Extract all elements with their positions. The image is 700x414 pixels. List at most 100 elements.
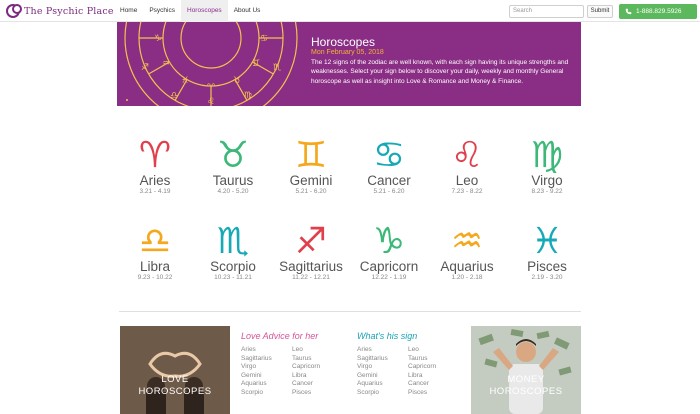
love-advice-link[interactable]: Virgo <box>241 363 272 372</box>
scorpio-icon: ♏ <box>217 221 249 259</box>
svg-text:♊: ♊ <box>295 135 327 173</box>
love-advice-link[interactable]: Gemini <box>241 372 272 381</box>
his-sign-link[interactable]: Gemini <box>357 372 388 381</box>
love-advice-link[interactable]: Capricorn <box>292 363 320 372</box>
logo-text: The Psychic Place <box>24 5 114 17</box>
banner-title: Horoscopes <box>311 35 376 49</box>
sign-dates: 8.23 - 9.22 <box>531 188 563 195</box>
banner-description: The 12 signs of the zodiac are well know… <box>311 59 569 85</box>
sign-dates: 5.21 - 6.20 <box>295 188 327 195</box>
sign-dates: 3.21 - 4.19 <box>139 188 171 195</box>
wheel-glyph-gemini: ♊ <box>252 59 260 69</box>
zodiac-wheel-image: ♈ ♉ ♊ ♋ ♓ ♒ ♑ ♌ ♍ ♎ ♏ ♐ <box>124 22 298 106</box>
wheel-glyph-virgo: ♍ <box>244 91 252 101</box>
sign-dates: 2.19 - 3.20 <box>531 274 563 281</box>
nav-psychics[interactable]: Psychics <box>143 0 181 22</box>
svg-text:♋: ♋ <box>373 135 405 173</box>
svg-text:♌: ♌ <box>451 135 483 173</box>
nav-about-us[interactable]: About Us <box>228 0 267 22</box>
svg-text:♎: ♎ <box>139 221 171 259</box>
love-advice-link[interactable]: Scorpio <box>241 389 272 398</box>
sign-dates: 1.20 - 2.18 <box>451 274 483 281</box>
main-nav: Home Psychics Horoscopes About Us <box>114 0 266 22</box>
wheel-glyph-scorpio: ♏ <box>273 63 281 73</box>
sign-name: Libra <box>139 259 171 274</box>
svg-text:♑: ♑ <box>373 221 405 259</box>
his-sign-link[interactable]: Aries <box>357 346 388 355</box>
sign-capricorn[interactable]: ♑ Capricorn 12.22 - 1.19 <box>349 219 429 282</box>
love-advice-link[interactable]: Libra <box>292 372 320 381</box>
his-sign-link[interactable]: Sagittarius <box>357 355 388 364</box>
love-advice-title: Love Advice for her <box>241 331 319 341</box>
couple-photo <box>120 326 230 414</box>
wheel-glyph-cancer: ♋ <box>260 34 268 44</box>
libra-icon: ♎ <box>139 221 171 259</box>
love-promo-line2: HOROSCOPES <box>138 386 212 397</box>
sign-gemini[interactable]: ♊ Gemini 5.21 - 6.20 <box>271 133 351 196</box>
search-input[interactable]: Search <box>509 5 584 18</box>
sign-libra[interactable]: ♎ Libra 9.23 - 10.22 <box>115 219 195 282</box>
money-horoscopes-promo[interactable]: MONEY HOROSCOPES <box>471 326 581 414</box>
his-sign-link[interactable]: Pisces <box>408 389 436 398</box>
love-advice-link[interactable]: Leo <box>292 346 320 355</box>
wheel-glyph-taurus: ♉ <box>233 76 241 86</box>
his-sign-link[interactable]: Virgo <box>357 363 388 372</box>
sign-dates: 9.23 - 10.22 <box>137 274 173 281</box>
his-sign-column-1: Aries Sagittarius Virgo Gemini Aquarius … <box>357 346 388 398</box>
sign-name: Virgo <box>531 173 563 188</box>
sign-sagittarius[interactable]: ♐ Sagittarius 11.22 - 12.21 <box>271 219 351 282</box>
nav-home[interactable]: Home <box>114 0 143 22</box>
section-divider <box>119 311 581 312</box>
site-logo[interactable]: The Psychic Place <box>6 3 114 19</box>
aries-icon: ♈ <box>139 135 171 173</box>
svg-text:♒: ♒ <box>451 221 483 259</box>
svg-text:♏: ♏ <box>217 221 249 259</box>
sign-name: Cancer <box>367 173 411 188</box>
his-sign-link[interactable]: Aquarius <box>357 380 388 389</box>
love-advice-link[interactable]: Pisces <box>292 389 320 398</box>
love-advice-link[interactable]: Aquarius <box>241 380 272 389</box>
love-promo-line1: LOVE <box>161 374 189 385</box>
sign-virgo[interactable]: ♍ Virgo 8.23 - 9.22 <box>507 133 587 196</box>
his-sign-link[interactable]: Capricorn <box>408 363 436 372</box>
his-sign-link[interactable]: Cancer <box>408 380 436 389</box>
sign-aries[interactable]: ♈ Aries 3.21 - 4.19 <box>115 133 195 196</box>
love-advice-link[interactable]: Cancer <box>292 380 320 389</box>
money-promo-line2: HOROSCOPES <box>489 386 563 397</box>
love-advice-link[interactable]: Taurus <box>292 355 320 364</box>
wheel-glyph-libra: ♎ <box>170 91 178 101</box>
sign-name: Aries <box>139 173 171 188</box>
svg-text:♐: ♐ <box>295 221 327 259</box>
submit-button[interactable]: Submit <box>587 5 613 18</box>
love-advice-link[interactable]: Aries <box>241 346 272 355</box>
love-horoscopes-promo[interactable]: LOVE HOROSCOPES <box>120 326 230 414</box>
sign-pisces[interactable]: ♓ Pisces 2.19 - 3.20 <box>507 219 587 282</box>
wheel-glyph-sagittarius: ♐ <box>141 63 149 73</box>
leo-icon: ♌ <box>451 135 483 173</box>
his-sign-link[interactable]: Taurus <box>408 355 436 364</box>
aquarius-icon: ♒ <box>451 221 483 259</box>
sign-cancer[interactable]: ♋ Cancer 5.21 - 6.20 <box>349 133 429 196</box>
sign-taurus[interactable]: ♉ Taurus 4.20 - 5.20 <box>193 133 273 196</box>
pisces-icon: ♓ <box>531 221 563 259</box>
sign-leo[interactable]: ♌ Leo 7.23 - 8.22 <box>427 133 507 196</box>
gemini-icon: ♊ <box>295 135 327 173</box>
svg-text:♍: ♍ <box>531 135 563 173</box>
sign-name: Aquarius <box>440 259 494 274</box>
sign-aquarius[interactable]: ♒ Aquarius 1.20 - 2.18 <box>427 219 507 282</box>
nav-horoscopes[interactable]: Horoscopes <box>181 0 228 22</box>
his-sign-link[interactable]: Libra <box>408 372 436 381</box>
love-advice-column-2: Leo Taurus Capricorn Libra Cancer Pisces <box>292 346 320 398</box>
money-promo-line1: MONEY <box>507 374 545 385</box>
his-sign-link[interactable]: Scorpio <box>357 389 388 398</box>
sign-dates: 12.22 - 1.19 <box>371 274 407 281</box>
sign-dates: 4.20 - 5.20 <box>217 188 249 195</box>
sagittarius-icon: ♐ <box>295 221 327 259</box>
phone-button[interactable]: 1-888.829.5926 <box>619 4 697 19</box>
sign-scorpio[interactable]: ♏ Scorpio 10.23 - 11.21 <box>193 219 273 282</box>
his-sign-link[interactable]: Leo <box>408 346 436 355</box>
sign-name: Gemini <box>289 173 333 188</box>
love-advice-link[interactable]: Sagittarius <box>241 355 272 364</box>
sign-dates: 5.21 - 6.20 <box>373 188 405 195</box>
logo-icon <box>6 4 22 18</box>
